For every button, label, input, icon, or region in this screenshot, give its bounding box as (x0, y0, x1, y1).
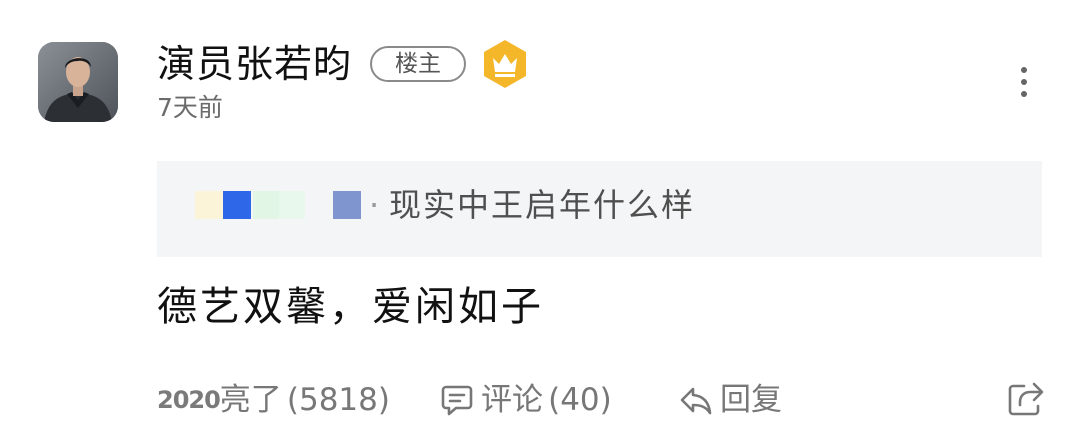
reply-icon (678, 382, 714, 418)
op-badge: 楼主 (370, 46, 466, 82)
comment-count: (40) (548, 382, 612, 418)
like-label: 亮了 (219, 382, 282, 418)
like-prefix: 2020 (157, 386, 221, 414)
post-time: 7天前 (157, 93, 223, 122)
comment-button[interactable]: 评论 (40) (439, 378, 612, 422)
redacted-mosaic (279, 191, 305, 219)
avatar-image (38, 42, 118, 122)
comment-icon (439, 382, 475, 418)
post-content: 德艺双馨，爱闲如子 (157, 284, 544, 330)
username[interactable]: 演员张若昀 (157, 40, 352, 88)
like-count: (5818) (286, 382, 390, 418)
redacted-mosaic (333, 191, 361, 219)
redacted-mosaic (253, 191, 279, 219)
more-vertical-icon[interactable] (1004, 62, 1044, 102)
quoted-title: 现实中王启年什么样 (389, 186, 696, 224)
redacted-mosaic (223, 191, 251, 219)
crown-icon (480, 38, 530, 90)
share-icon[interactable] (1004, 378, 1046, 420)
action-bar: 2020亮了 (5818) 评论 (40) 回复 (0, 378, 1080, 422)
comment-label: 评论 (481, 382, 543, 418)
like-button[interactable]: 2020亮了 (5818) (157, 378, 390, 422)
avatar[interactable] (38, 42, 118, 122)
quoted-post[interactable]: · 现实中王启年什么样 (157, 161, 1042, 257)
reply-button[interactable]: 回复 (678, 378, 782, 422)
reply-label: 回复 (720, 382, 782, 418)
post-card: 演员张若昀 楼主 7天前 · 现实中王启年什么样 德艺双馨，爱闲如子 2020亮… (0, 0, 1080, 437)
quote-separator: · (369, 186, 380, 224)
